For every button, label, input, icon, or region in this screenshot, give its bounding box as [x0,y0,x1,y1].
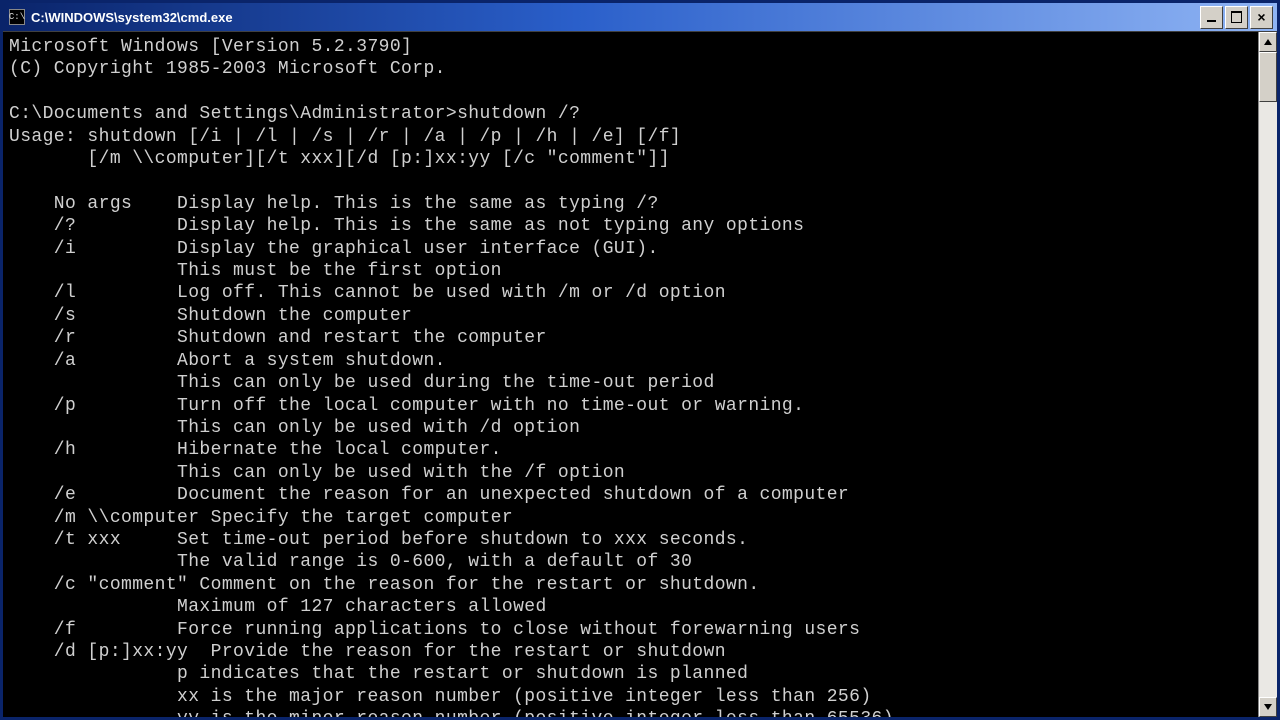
console-output: Microsoft Windows [Version 5.2.3790] (C)… [9,36,1254,717]
cmd-icon: C:\ [9,9,25,25]
scroll-up-button[interactable] [1259,32,1277,52]
scroll-down-button[interactable] [1259,697,1277,717]
minimize-button[interactable] [1200,6,1223,29]
maximize-icon [1231,11,1242,23]
client-area: Microsoft Windows [Version 5.2.3790] (C)… [3,31,1277,717]
close-button[interactable]: × [1250,6,1273,29]
scrollbar-thumb[interactable] [1259,52,1277,102]
window-title: C:\WINDOWS\system32\cmd.exe [31,10,1200,25]
window-controls: × [1200,6,1273,29]
vertical-scrollbar[interactable] [1258,32,1277,717]
scrollbar-track[interactable] [1259,52,1277,697]
title-bar[interactable]: C:\ C:\WINDOWS\system32\cmd.exe × [3,3,1277,31]
maximize-button[interactable] [1225,6,1248,29]
console-viewport[interactable]: Microsoft Windows [Version 5.2.3790] (C)… [3,32,1258,717]
chevron-up-icon [1264,39,1272,45]
command-prompt-window: C:\ C:\WINDOWS\system32\cmd.exe × Micros… [0,0,1280,720]
minimize-icon [1207,20,1216,22]
chevron-down-icon [1264,704,1272,710]
